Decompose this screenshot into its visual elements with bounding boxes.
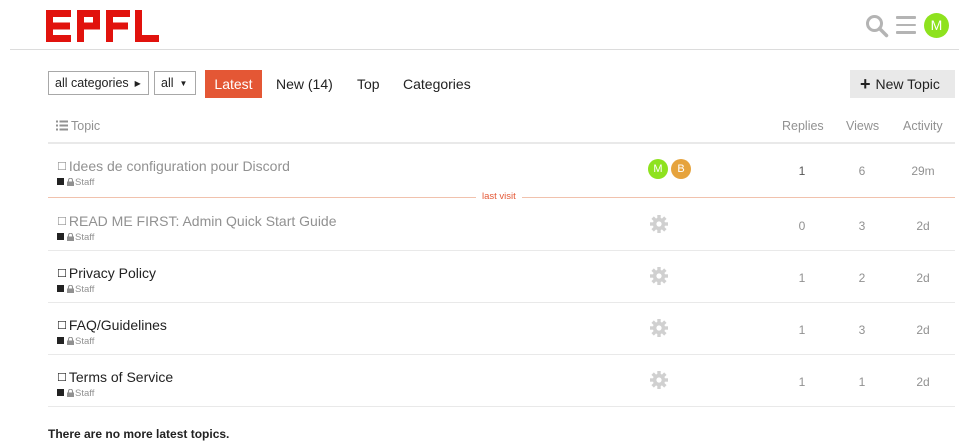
poster-avatar[interactable]: B [671, 159, 691, 179]
views-count: 1 [858, 375, 866, 389]
topic-row: ☐ FAQ/Guidelines Staff 1 3 2d [48, 303, 955, 355]
replies-count: 1 [798, 164, 806, 178]
poster-avatar[interactable]: M [648, 159, 668, 179]
replies-count: 1 [798, 323, 806, 337]
column-header-views[interactable]: Views [846, 119, 879, 133]
lock-icon [67, 284, 74, 296]
replies-count: 1 [798, 271, 806, 285]
topic-row: ☐ Privacy Policy Staff 1 2 2d [48, 251, 955, 303]
gear-icon[interactable] [649, 214, 669, 234]
replies-count: 1 [798, 375, 806, 389]
category-dropdown-label: all categories [55, 76, 129, 90]
views-count: 3 [858, 219, 866, 233]
category-badge[interactable]: Staff [57, 232, 94, 244]
gear-icon[interactable] [649, 318, 669, 338]
column-header-replies[interactable]: Replies [782, 119, 824, 133]
topic-navigation: all categories ▶ all ▼ Latest New (14) Top… [0, 70, 969, 98]
topic-row: ☐ Terms of Service Staff 1 1 2d [48, 355, 955, 407]
category-color-square [57, 389, 64, 396]
epfl-logo[interactable] [46, 10, 162, 47]
tab-latest[interactable]: Latest [205, 70, 262, 98]
lock-icon [67, 232, 74, 244]
topic-row: ☐ READ ME FIRST: Admin Quick Start Guide … [48, 199, 955, 251]
topic-title-link[interactable]: ☐ READ ME FIRST: Admin Quick Start Guide [57, 213, 337, 229]
checkbox-icon[interactable]: ☐ [57, 320, 67, 332]
column-header-topic-label: Topic [71, 119, 101, 133]
lock-icon [67, 177, 74, 189]
views-count: 3 [858, 323, 866, 337]
gear-icon[interactable] [649, 266, 669, 286]
activity-time[interactable]: 2d [906, 323, 940, 337]
tab-top[interactable]: Top [357, 70, 380, 98]
gear-icon[interactable] [649, 370, 669, 390]
topic-list-header: Topic Replies Views Activity [48, 112, 955, 142]
activity-time[interactable]: 2d [906, 375, 940, 389]
topic-title-link[interactable]: ☐ Idees de configuration pour Discord [57, 158, 290, 174]
column-header-activity[interactable]: Activity [903, 119, 943, 133]
posters-list: MB [648, 159, 694, 181]
tab-categories[interactable]: Categories [403, 70, 471, 98]
new-topic-button[interactable]: + New Topic [850, 70, 955, 98]
site-header: M [0, 0, 969, 52]
lock-icon [67, 336, 74, 348]
checkbox-icon[interactable]: ☐ [57, 161, 67, 173]
replies-count: 0 [798, 219, 806, 233]
caret-right-icon: ▶ [134, 79, 141, 88]
category-color-square [57, 337, 64, 344]
topic-title-link[interactable]: ☐ Terms of Service [57, 369, 173, 385]
topic-title-link[interactable]: ☐ FAQ/Guidelines [57, 317, 167, 333]
category-badge[interactable]: Staff [57, 336, 94, 348]
activity-time[interactable]: 29m [906, 164, 940, 178]
activity-time[interactable]: 2d [906, 271, 940, 285]
user-avatar[interactable]: M [924, 13, 949, 38]
category-badge[interactable]: Staff [57, 177, 94, 189]
header-divider [10, 49, 959, 50]
views-count: 6 [858, 164, 866, 178]
tab-new[interactable]: New (14) [276, 70, 333, 98]
category-dropdown[interactable]: all categories ▶ [48, 71, 149, 95]
filter-dropdown[interactable]: all ▼ [154, 71, 196, 95]
search-icon[interactable] [865, 14, 889, 38]
no-more-topics-message: There are no more latest topics. [48, 427, 230, 441]
checkbox-icon[interactable]: ☐ [57, 216, 67, 228]
caret-down-icon: ▼ [179, 79, 188, 88]
epfl-logo-mark [46, 10, 159, 42]
filter-dropdown-label: all [161, 76, 174, 90]
category-color-square [57, 233, 64, 240]
topic-title-link[interactable]: ☐ Privacy Policy [57, 265, 156, 281]
checkbox-icon[interactable]: ☐ [57, 268, 67, 280]
list-icon [56, 120, 68, 134]
hamburger-menu-icon[interactable] [896, 16, 916, 34]
row-divider [48, 406, 955, 407]
views-count: 2 [858, 271, 866, 285]
category-badge[interactable]: Staff [57, 388, 94, 400]
checkbox-icon[interactable]: ☐ [57, 372, 67, 384]
topic-row: ☐ Idees de configuration pour Discord Sta… [48, 144, 955, 196]
category-badge[interactable]: Staff [57, 284, 94, 296]
column-header-topic[interactable]: Topic [56, 119, 100, 134]
category-color-square [57, 178, 64, 185]
new-topic-label: New Topic [875, 76, 940, 92]
plus-icon: + [860, 74, 871, 94]
category-color-square [57, 285, 64, 292]
activity-time[interactable]: 2d [906, 219, 940, 233]
lock-icon [67, 388, 74, 400]
